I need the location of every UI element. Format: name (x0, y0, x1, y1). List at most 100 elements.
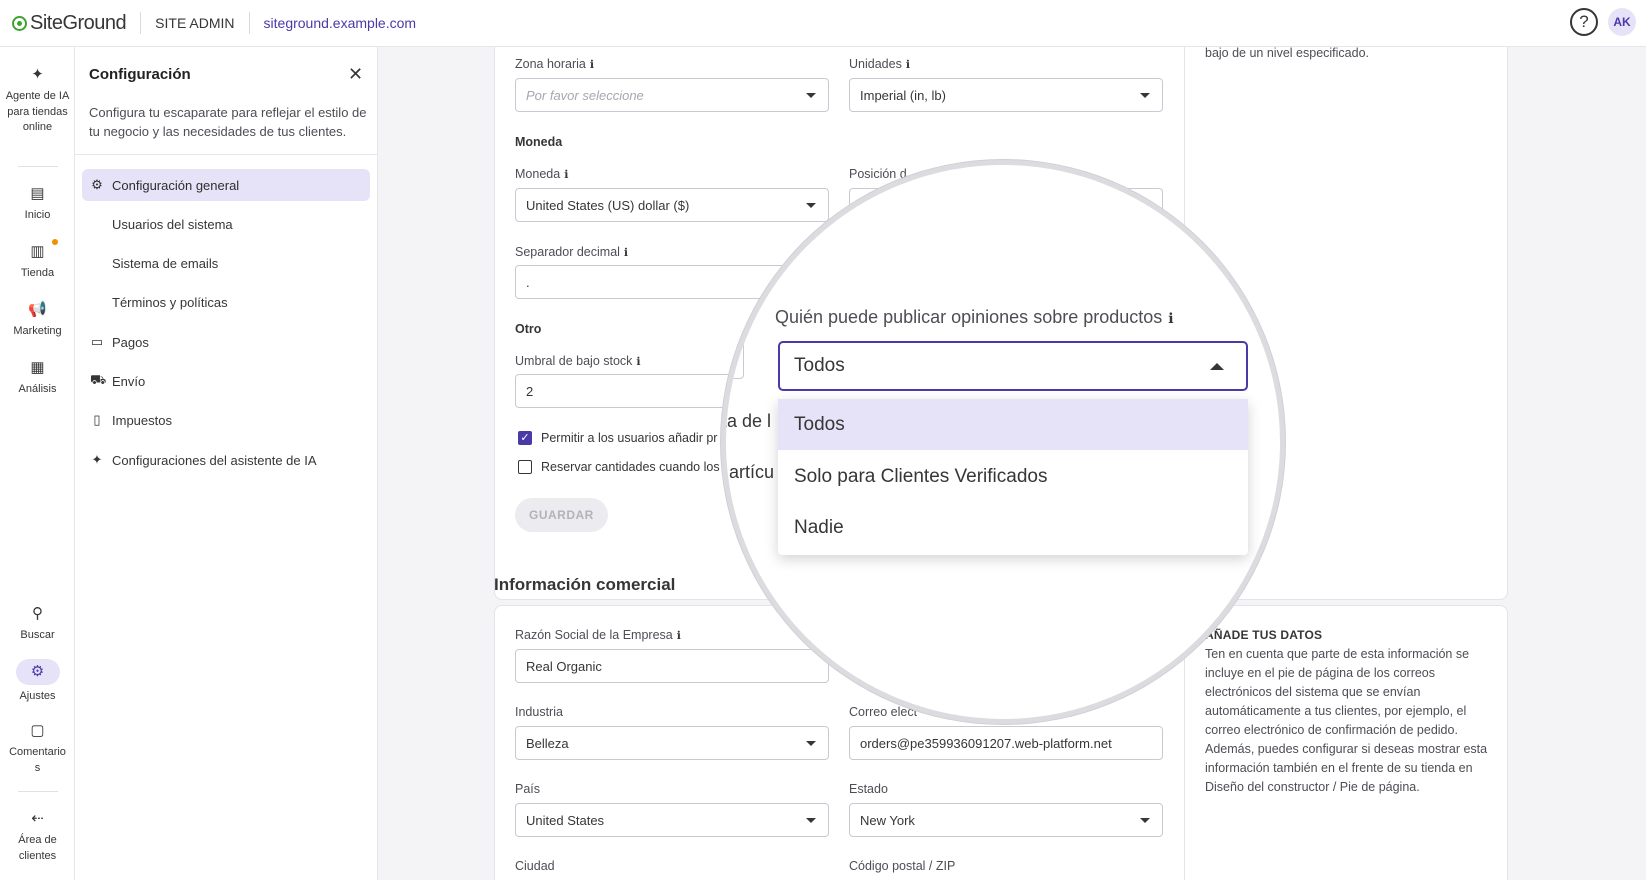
separador-label: Separador decimal ℹ (515, 245, 628, 259)
select-value: Belleza (526, 735, 569, 751)
help-icon[interactable]: ? (1570, 8, 1598, 36)
permitir-checkbox[interactable]: ✓ (518, 431, 532, 445)
menu-label: Pagos (112, 334, 149, 350)
nav-label: Marketing (13, 325, 62, 337)
magnified-text: artícu (729, 462, 775, 482)
razon-social-input[interactable]: Real Organic (515, 649, 829, 683)
unidades-label: Unidades ℹ (849, 57, 910, 71)
info-icon[interactable]: ℹ (1168, 310, 1173, 326)
nav-inicio[interactable]: ▤ Inicio (0, 184, 75, 224)
permitir-label: Permitir a los usuarios añadir pr (541, 431, 718, 445)
pais-label: País (515, 782, 541, 796)
nav-tienda[interactable]: ▥ Tienda (0, 239, 75, 282)
close-icon[interactable]: ✕ (348, 64, 363, 85)
gear-icon: ⚙ (91, 177, 103, 192)
nav-analisis[interactable]: ▦ Análisis (0, 358, 75, 398)
nav-label: Tienda (20, 267, 55, 279)
info-icon[interactable]: ℹ (677, 630, 681, 642)
option-clientes-verificados[interactable]: Solo para Clientes Verificados (778, 451, 1248, 502)
menu-label: Términos y políticas (112, 294, 228, 310)
nav-label: Comentarios (9, 746, 66, 774)
info-icon[interactable]: ℹ (624, 247, 628, 259)
avatar[interactable]: AK (1608, 8, 1636, 36)
magnifier-lens: ta de l artícu Quién puede publicar opin… (721, 160, 1285, 724)
reservar-checkbox[interactable] (518, 460, 532, 474)
info-icon[interactable]: ℹ (636, 356, 640, 368)
umbral-label: Umbral de bajo stock ℹ (515, 354, 641, 368)
menu-sistema-emails[interactable]: Sistema de emails (82, 247, 370, 279)
nav-divider (18, 166, 58, 167)
reviews-select[interactable]: Todos (778, 341, 1248, 391)
nav-ai-agent[interactable]: ✦ Agente de IA para tiendas online (0, 65, 75, 136)
select-placeholder: Por favor seleccione (526, 87, 644, 103)
save-button[interactable]: GUARDAR (515, 498, 608, 532)
siteground-logo[interactable]: SiteGround (12, 12, 127, 35)
nav-ajustes[interactable]: ⚙ Ajustes (0, 659, 75, 705)
chevron-down-icon (806, 818, 816, 823)
label-text: Separador decimal (515, 245, 620, 259)
label-text: Quién puede publicar opiniones sobre pro… (775, 307, 1163, 327)
select-value: Todos (794, 355, 845, 376)
menu-envio[interactable]: ⛟ Envío (82, 365, 370, 397)
menu-label: Usuarios del sistema (112, 216, 233, 232)
reviews-label: Quién puede publicar opiniones sobre pro… (775, 307, 1174, 328)
nav-comentarios[interactable]: ▢ Comentarios (0, 721, 75, 776)
chevron-down-icon (1140, 93, 1150, 98)
truck-icon: ⛟ (90, 372, 107, 387)
site-domain-link[interactable]: siteground.example.com (264, 15, 417, 31)
estado-select[interactable]: New York (849, 803, 1163, 837)
select-value: New York (860, 812, 915, 828)
sparkle-icon: ✦ (31, 66, 44, 83)
moneda-select[interactable]: United States (US) dollar ($) (515, 188, 829, 222)
nav-divider (18, 791, 58, 792)
nav-marketing[interactable]: 📢 Marketing (0, 300, 75, 340)
comment-icon: ▢ (30, 722, 45, 739)
home-icon: ▤ (30, 185, 45, 202)
document-icon: ▯ (93, 412, 101, 427)
menu-asistente-ia[interactable]: ✦ Configuraciones del asistente de IA (82, 444, 370, 476)
site-admin-label: SITE ADMIN (155, 15, 235, 31)
menu-label: Configuraciones del asistente de IA (112, 452, 317, 468)
nav-label: Área de clientes (18, 834, 57, 862)
select-value: United States (526, 812, 605, 828)
panel-title: Configuración (89, 66, 191, 83)
info-icon[interactable]: ℹ (906, 59, 910, 71)
label-text: Moneda (515, 167, 561, 181)
option-todos[interactable]: Todos (778, 399, 1248, 450)
pais-select[interactable]: United States (515, 803, 829, 837)
estado-label: Estado (849, 782, 888, 796)
logo-icon (12, 15, 27, 31)
menu-impuestos[interactable]: ▯ Impuestos (82, 404, 370, 436)
menu-label: Configuración general (112, 177, 240, 193)
info-icon[interactable]: ℹ (564, 169, 568, 181)
menu-configuracion-general[interactable]: ⚙ Configuración general (82, 169, 370, 201)
business-side-text: Ten en cuenta que parte de esta informac… (1205, 647, 1488, 794)
gear-icon: ⚙ (15, 659, 60, 685)
input-value: 2 (526, 383, 534, 399)
panel-description: Configura tu escaparate para reflejar el… (89, 105, 367, 139)
menu-usuarios-sistema[interactable]: Usuarios del sistema (82, 208, 370, 240)
info-icon[interactable]: ℹ (590, 59, 594, 71)
logout-icon: ⇠ (31, 810, 44, 827)
menu-pagos[interactable]: ▭ Pagos (82, 326, 370, 358)
card-icon: ▭ (90, 334, 104, 349)
business-section-title: Información comercial (494, 575, 676, 594)
correo-input[interactable]: orders@pe359936091207.web-platform.net (849, 726, 1163, 760)
top-bar: SiteGround SITE ADMIN siteground.example… (0, 0, 1646, 47)
zona-horaria-select[interactable]: Por favor seleccione (515, 78, 829, 112)
general-side-text: bajo de un nivel especificado. (1205, 47, 1370, 60)
nav-area-clientes[interactable]: ⇠ Área de clientes (0, 809, 75, 864)
unidades-select[interactable]: Imperial (in, lb) (849, 78, 1163, 112)
option-nadie[interactable]: Nadie (778, 502, 1248, 553)
settings-panel: Configuración ✕ Configura tu escaparate … (75, 47, 378, 880)
megaphone-icon: 📢 (28, 301, 47, 318)
menu-terminos[interactable]: Términos y políticas (82, 286, 370, 318)
store-icon: ▥ (30, 243, 45, 260)
input-value: orders@pe359936091207.web-platform.net (860, 735, 1112, 751)
industria-select[interactable]: Belleza (515, 726, 829, 760)
magnified-text: ta de l (722, 411, 772, 431)
nav-buscar[interactable]: ⚲ Buscar (0, 604, 75, 644)
reservar-label: Reservar cantidades cuando los (541, 460, 720, 474)
chevron-down-icon (806, 93, 816, 98)
nav-label: Análisis (18, 383, 57, 395)
